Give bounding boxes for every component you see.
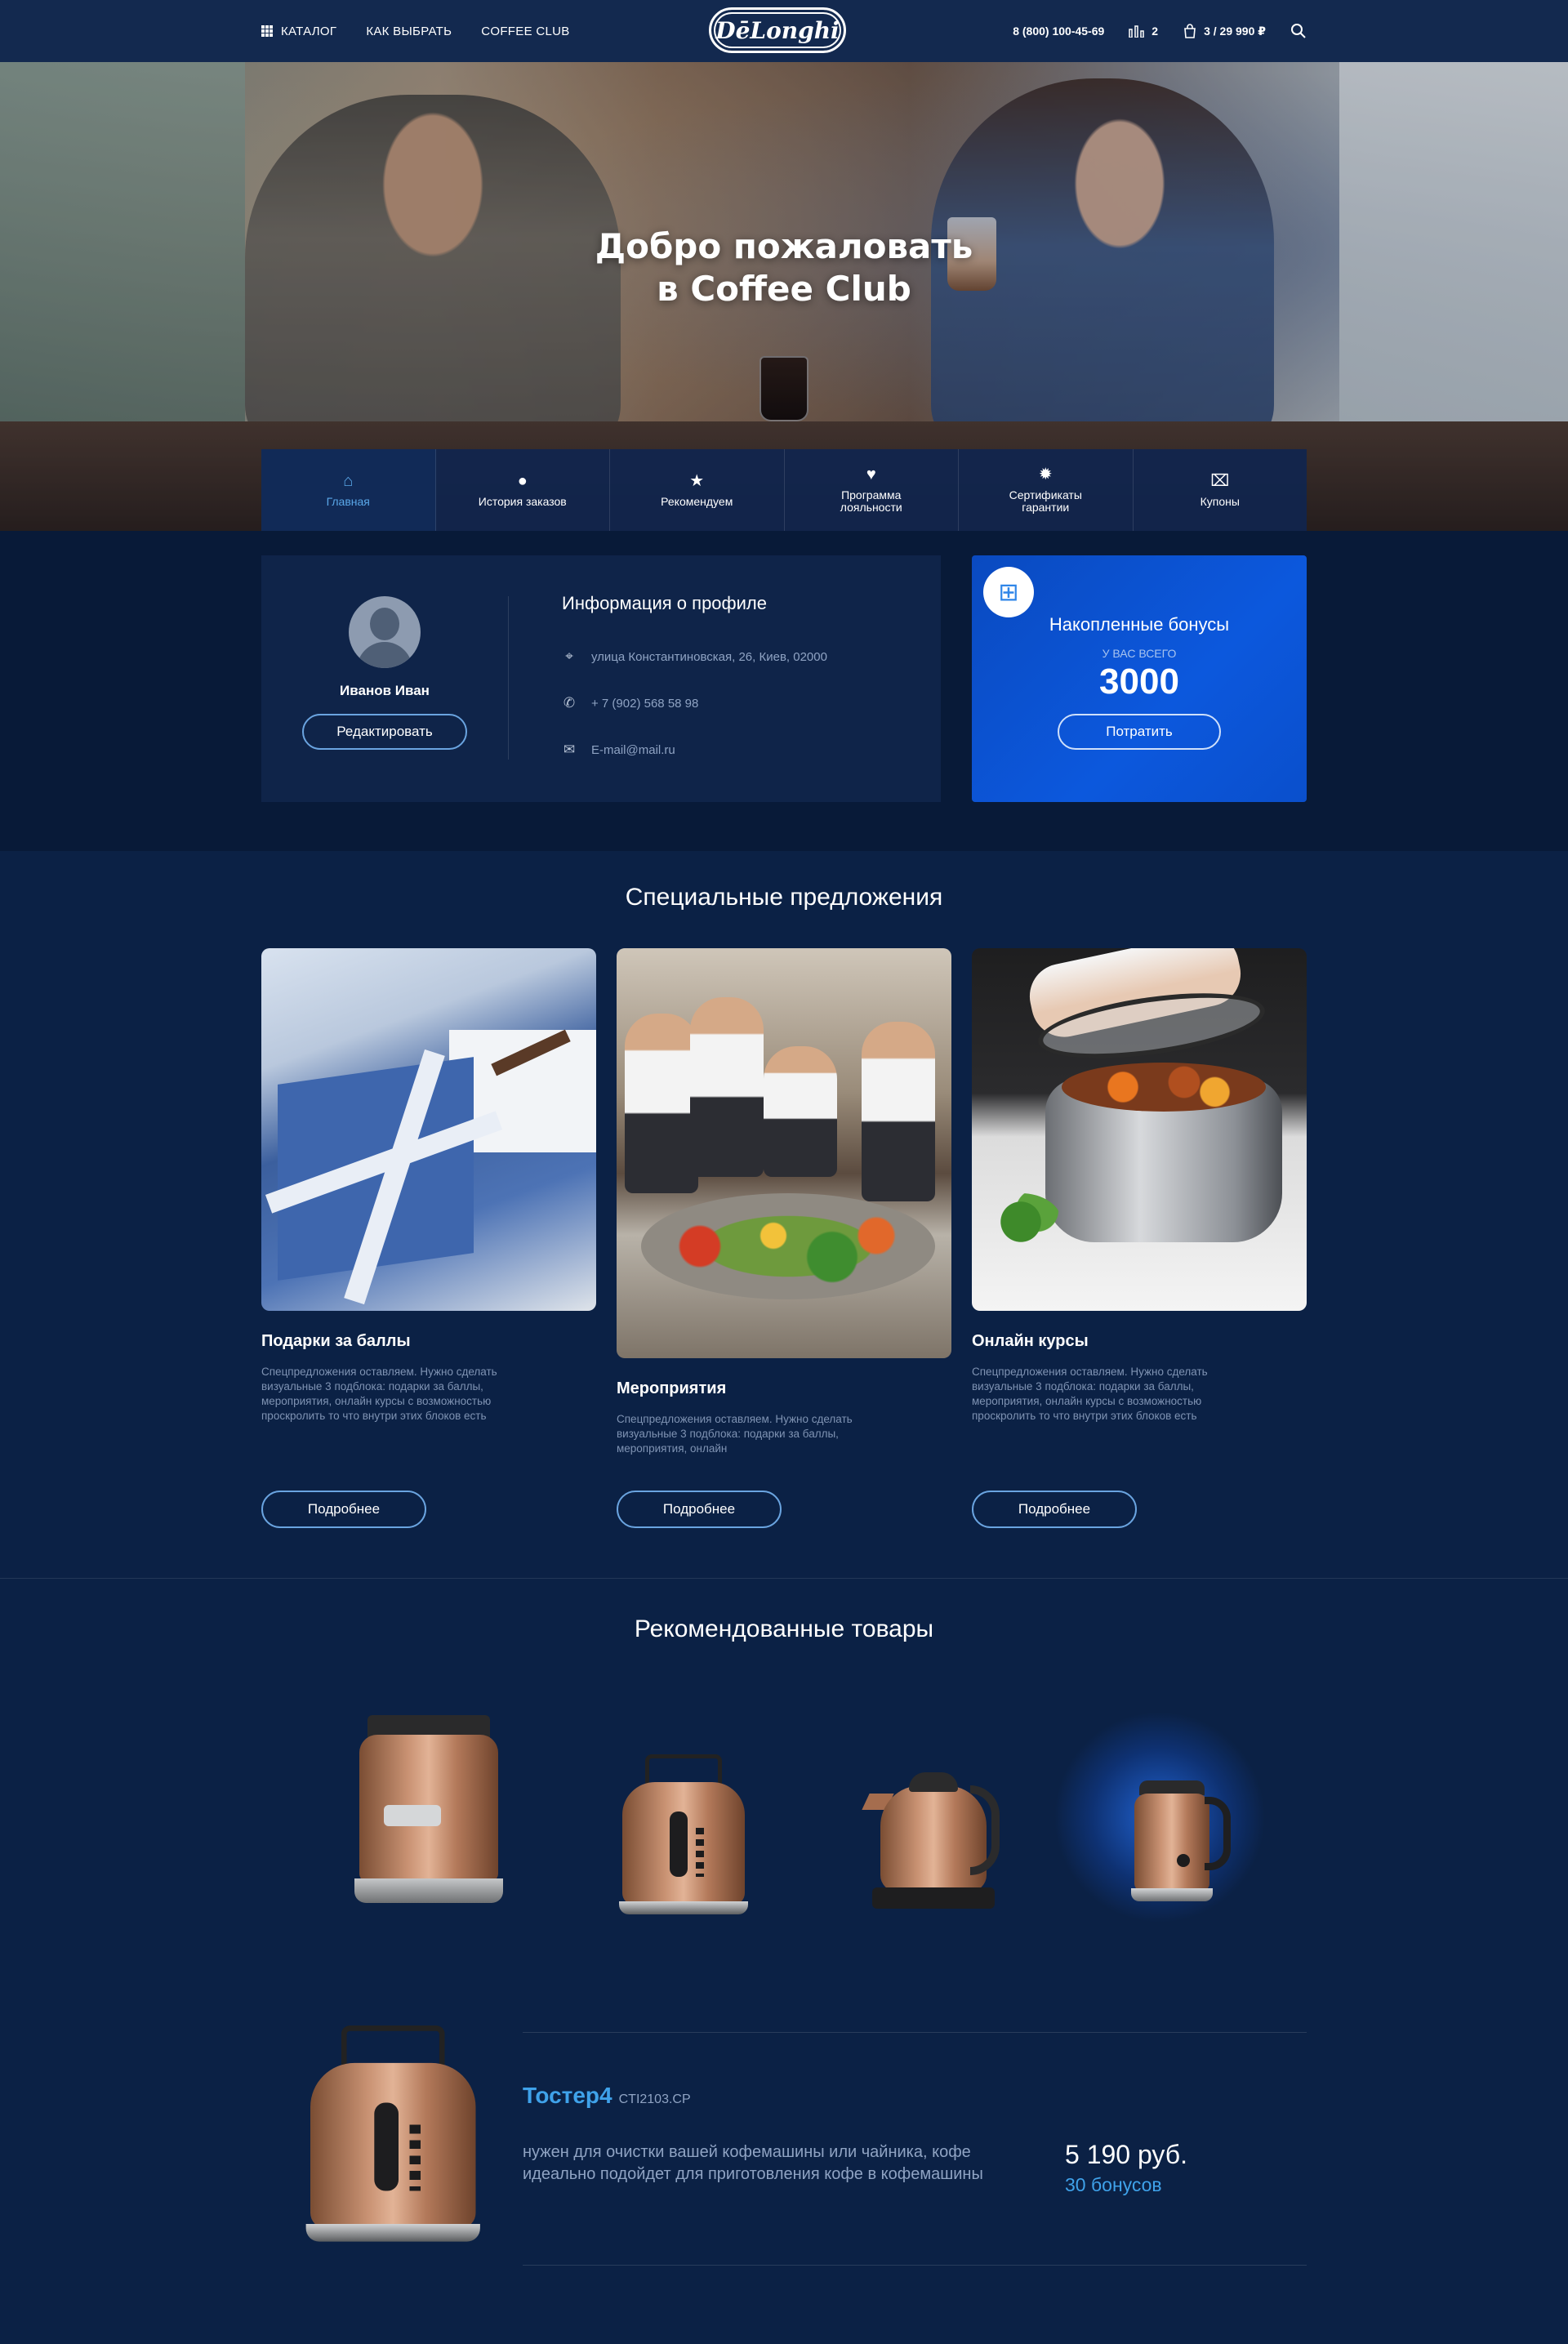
search-button[interactable] <box>1290 23 1307 39</box>
tab-coupons-label: Купоны <box>1200 494 1240 508</box>
profile-address: улица Константиновская, 26, Киев, 02000 <box>591 649 827 664</box>
product-espresso-machine[interactable] <box>354 1715 503 1911</box>
bonus-value: 3000 <box>1099 662 1179 702</box>
selected-product-description: нужен для очистки вашей кофемашины или ч… <box>523 2143 983 2183</box>
delonghi-logo[interactable]: DēLonghi <box>709 7 846 53</box>
cart-summary: 3 / 29 990 ₽ <box>1204 24 1266 38</box>
product-kettle[interactable] <box>862 1761 1000 1916</box>
profile-email-row: ✉ E-mail@mail.ru <box>562 742 675 758</box>
phone-number: 8 (800) 100-45-69 <box>1013 25 1105 38</box>
home-icon: ⌂ <box>343 471 354 490</box>
profile-name: Иванов Иван <box>340 683 430 698</box>
location-pin-icon: ⌖ <box>565 648 573 664</box>
search-icon <box>1291 24 1306 38</box>
header-utilities: 8 (800) 100-45-69 2 3 / 29 990 ₽ <box>1013 0 1307 62</box>
profile-phone-row: ✆ + 7 (902) 568 58 98 <box>562 695 698 711</box>
product-detail-top-border <box>523 2032 1307 2033</box>
nav-how-to-choose[interactable]: КАК ВЫБРАТЬ <box>366 25 452 38</box>
tab-recommended[interactable]: ★ Рекомендуем <box>610 449 785 531</box>
offer-title[interactable]: Мероприятия <box>617 1379 726 1398</box>
offer-details-button[interactable]: Подробнее <box>972 1491 1137 1528</box>
main-nav: КАТАЛОГ КАК ВЫБРАТЬ COFFEE CLUB <box>261 0 570 62</box>
gift-icon: ⊞ <box>983 567 1034 617</box>
bonus-title: Накопленные бонусы <box>1049 614 1230 635</box>
recommended-section <box>0 1579 1568 2344</box>
compare-icon <box>1129 25 1145 38</box>
cart-icon <box>1184 24 1196 38</box>
offer-image-gifts[interactable] <box>261 948 596 1311</box>
selected-product-image <box>305 2025 480 2246</box>
bonus-subtitle: У ВАС ВСЕГО <box>1102 647 1177 660</box>
tab-loyalty-program[interactable]: ♥ Программа лояльности <box>785 449 959 531</box>
profile-email[interactable]: E-mail@mail.ru <box>591 743 675 757</box>
phone-link[interactable]: 8 (800) 100-45-69 <box>1013 25 1104 38</box>
offer-title[interactable]: Подарки за баллы <box>261 1332 411 1351</box>
tab-order-history-label: История заказов <box>478 494 567 508</box>
compare-button[interactable]: 2 <box>1129 25 1158 38</box>
product-toaster[interactable] <box>619 1754 748 1918</box>
coupon-icon: ⌧ <box>1210 471 1230 490</box>
tab-home-label: Главная <box>326 494 370 508</box>
offer-title[interactable]: Онлайн курсы <box>972 1332 1089 1351</box>
profile-address-row: ⌖ улица Константиновская, 26, Киев, 0200… <box>562 648 827 665</box>
tab-recommended-label: Рекомендуем <box>661 494 733 508</box>
avatar <box>349 596 421 668</box>
account-tabs: ⌂ Главная ● История заказов ★ Рекомендуе… <box>261 449 1307 531</box>
spend-bonus-button[interactable]: Потратить <box>1058 714 1221 750</box>
offer-details-button[interactable]: Подробнее <box>617 1491 782 1528</box>
edit-profile-button[interactable]: Редактировать <box>302 714 467 750</box>
clock-icon: ● <box>517 471 528 490</box>
offer-description: Спецпредложения оставляем. Нужно сделать… <box>617 1413 853 1455</box>
nav-how-to-choose-label: КАК ВЫБРАТЬ <box>366 24 452 38</box>
phone-icon: ✆ <box>563 695 576 711</box>
selected-product-sku: CTI2103.CP <box>618 2092 691 2106</box>
selected-product-bonus: 30 бонусов <box>1065 2174 1162 2195</box>
product-detail-bottom-border <box>523 2265 1307 2266</box>
certificate-icon: ✹ <box>1038 466 1053 484</box>
hero-title: Добро пожаловать в Coffee Club <box>539 225 1029 310</box>
grid-icon <box>261 25 273 37</box>
tab-warranty-certificates-label: Сертификаты гарантии <box>1009 488 1082 514</box>
hero-title-line-2: в Coffee Club <box>657 269 911 309</box>
offer-image-events[interactable] <box>617 948 951 1358</box>
offer-description: Спецпредложения оставляем. Нужно сделать… <box>261 1366 497 1422</box>
nav-catalog-label: КАТАЛОГ <box>281 24 337 38</box>
offer-details-button[interactable]: Подробнее <box>261 1491 426 1528</box>
envelope-icon: ✉ <box>563 742 576 757</box>
tab-loyalty-program-label: Программа лояльности <box>840 488 902 514</box>
selected-product-name[interactable]: Тостер4 <box>523 2083 612 2109</box>
top-navigation-bar: КАТАЛОГ КАК ВЫБРАТЬ COFFEE CLUB DēLonghi… <box>0 0 1568 62</box>
recommended-title: Рекомендованные товары <box>634 1615 934 1642</box>
tab-warranty-certificates[interactable]: ✹ Сертификаты гарантии <box>959 449 1134 531</box>
selected-product-title: Тостер4 CTI2103.CP <box>523 2083 691 2109</box>
compare-count: 2 <box>1152 25 1159 38</box>
nav-coffee-club[interactable]: COFFEE CLUB <box>481 25 569 38</box>
hero-title-line-1: Добро пожаловать <box>595 226 973 266</box>
profile-divider <box>508 596 509 760</box>
profile-card: Иванов Иван Редактировать Информация о п… <box>261 555 941 802</box>
tab-order-history[interactable]: ● История заказов <box>436 449 610 531</box>
tab-home[interactable]: ⌂ Главная <box>261 449 436 531</box>
profile-phone: + 7 (902) 568 58 98 <box>591 696 699 711</box>
nav-catalog[interactable]: КАТАЛОГ <box>261 25 336 38</box>
special-offers-title: Специальные предложения <box>625 884 943 911</box>
cart-button[interactable]: 3 / 29 990 ₽ <box>1183 24 1266 38</box>
tab-coupons[interactable]: ⌧ Купоны <box>1134 449 1307 531</box>
offer-image-courses[interactable] <box>972 948 1307 1311</box>
bonus-card: ⊞ Накопленные бонусы У ВАС ВСЕГО 3000 По… <box>972 555 1307 802</box>
selected-product-price: 5 190 руб. <box>1065 2140 1187 2169</box>
profile-info-title: Информация о профиле <box>562 593 768 613</box>
nav-coffee-club-label: COFFEE CLUB <box>481 24 570 38</box>
offer-description: Спецпредложения оставляем. Нужно сделать… <box>972 1366 1208 1422</box>
heart-icon: ♥ <box>866 466 876 484</box>
star-icon: ★ <box>689 471 705 490</box>
product-milk-frother[interactable] <box>1123 1772 1231 1911</box>
